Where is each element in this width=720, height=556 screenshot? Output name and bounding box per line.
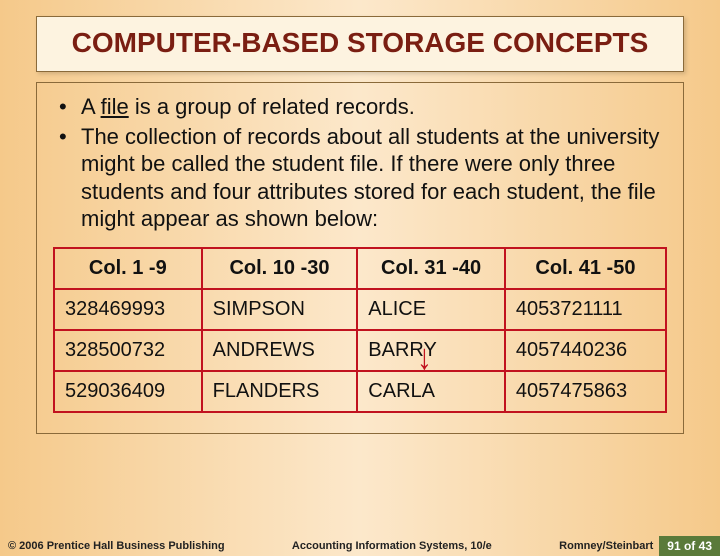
slide-title: COMPUTER-BASED STORAGE CONCEPTS (45, 27, 675, 59)
cell: SIMPSON (202, 289, 358, 330)
col-header-1: Col. 1 -9 (54, 248, 202, 289)
bullet-1-prefix: A (81, 94, 101, 119)
bullet-1-underlined: file (101, 94, 129, 119)
table-row: 328469993 SIMPSON ALICE 4053721111 (54, 289, 666, 330)
col-header-2: Col. 10 -30 (202, 248, 358, 289)
col-header-4: Col. 41 -50 (505, 248, 666, 289)
table-row: 529036409 FLANDERS CARLA 4057475863 (54, 371, 666, 412)
title-box: COMPUTER-BASED STORAGE CONCEPTS (36, 16, 684, 72)
cell: 328469993 (54, 289, 202, 330)
bullet-list: A file is a group of related records. Th… (53, 93, 667, 233)
cell: ALICE (357, 289, 505, 330)
cell: 529036409 (54, 371, 202, 412)
bullet-1-suffix: is a group of related records. (129, 94, 415, 119)
col-header-3: Col. 31 -40 (357, 248, 505, 289)
cell: FLANDERS (202, 371, 358, 412)
bullet-2: The collection of records about all stud… (53, 123, 667, 233)
footer-copyright: © 2006 Prentice Hall Business Publishing (0, 540, 225, 552)
cell: 4057440236 (505, 330, 666, 371)
cell: 4057475863 (505, 371, 666, 412)
table-row: 328500732 ANDREWS BARRY 4057440236 (54, 330, 666, 371)
cell: ANDREWS (202, 330, 358, 371)
footer: © 2006 Prentice Hall Business Publishing… (0, 536, 720, 556)
content-box: A file is a group of related records. Th… (36, 82, 684, 434)
table-header-row: Col. 1 -9 Col. 10 -30 Col. 31 -40 Col. 4… (54, 248, 666, 289)
footer-authors: Romney/Steinbart (559, 540, 653, 552)
student-file-table: Col. 1 -9 Col. 10 -30 Col. 31 -40 Col. 4… (53, 247, 667, 413)
cell: 4053721111 (505, 289, 666, 330)
cell: 328500732 (54, 330, 202, 371)
page-badge: 91 of 43 (659, 536, 720, 556)
bullet-1: A file is a group of related records. (53, 93, 667, 121)
down-arrow-icon: ↓ (417, 338, 432, 379)
footer-center: Accounting Information Systems, 10/e (225, 540, 560, 552)
